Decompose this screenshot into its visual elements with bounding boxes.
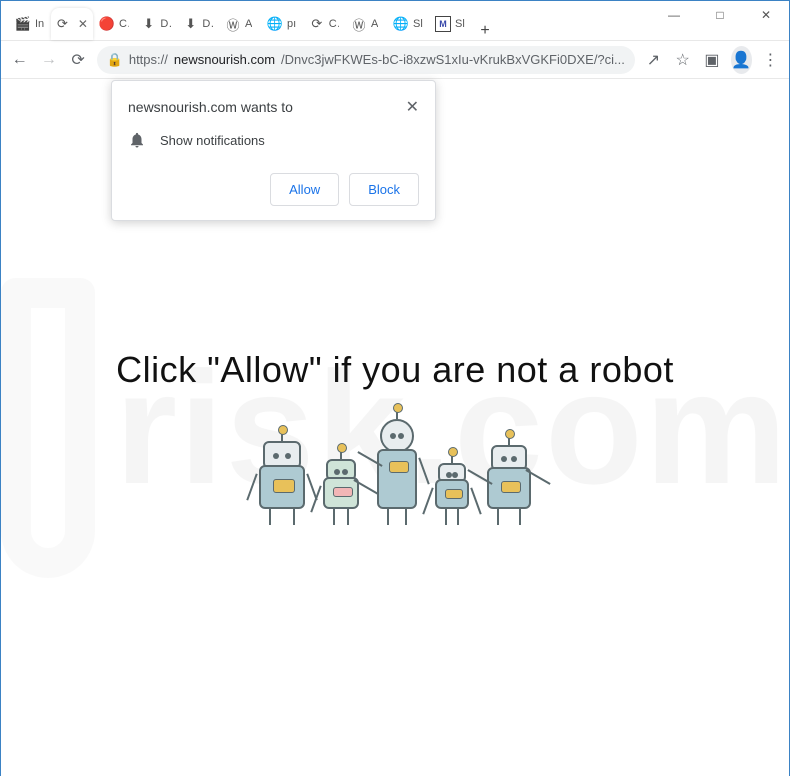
tab-6[interactable]: 🌐 pı bbox=[261, 8, 303, 40]
robot-icon bbox=[259, 441, 305, 509]
new-tab-button[interactable]: + bbox=[471, 22, 499, 40]
close-tab-icon[interactable]: ✕ bbox=[78, 17, 88, 31]
popup-title: newsnourish.com wants to bbox=[128, 99, 293, 115]
url-host: newsnourish.com bbox=[174, 52, 275, 67]
titlebar: 🎬In ⟳✕ 🔴Cl ⬇Dı ⬇Dı ⓌA 🌐pı ⟳Cl ⓌA 🌐Sl MSl… bbox=[1, 1, 789, 41]
globe-icon: 🌐 bbox=[267, 16, 283, 32]
menu-button[interactable]: ⋮ bbox=[760, 46, 781, 74]
headline: Click "Allow" if you are not a robot bbox=[1, 349, 789, 391]
page-content: risk.com newsnourish.com wants to ✕ Show… bbox=[1, 79, 789, 777]
robots-illustration bbox=[1, 419, 789, 509]
robot-icon bbox=[435, 463, 469, 509]
tab-label: A bbox=[245, 18, 252, 30]
panel-button[interactable]: ▣ bbox=[701, 46, 722, 74]
w-icon: Ⓦ bbox=[351, 16, 367, 32]
tab-label: pı bbox=[287, 18, 296, 30]
minimize-button[interactable]: — bbox=[651, 1, 697, 29]
back-button[interactable]: ← bbox=[9, 46, 30, 74]
robot-icon bbox=[323, 459, 359, 509]
url-path: /Dnvc3jwFKWEs-bC-i8xzwS1xIu-vKrukBxVGKFi… bbox=[281, 52, 625, 67]
tab-3[interactable]: ⬇ Dı bbox=[135, 8, 177, 40]
url-scheme: https:// bbox=[129, 52, 168, 67]
notification-permission-popup: newsnourish.com wants to ✕ Show notifica… bbox=[111, 80, 436, 221]
tab-label: Sl bbox=[455, 18, 465, 30]
popup-line: Show notifications bbox=[160, 133, 265, 148]
tab-label: Dı bbox=[160, 18, 171, 30]
reload-button[interactable]: ⟳ bbox=[67, 46, 88, 74]
spinner-icon: ⟳ bbox=[57, 16, 68, 32]
tab-0[interactable]: 🎬 In bbox=[9, 8, 51, 40]
profile-button[interactable]: 👤 bbox=[731, 46, 752, 74]
robot-icon bbox=[487, 445, 531, 509]
tab-5[interactable]: ⓌA bbox=[219, 8, 261, 40]
film-icon: 🎬 bbox=[15, 16, 31, 32]
tab-8[interactable]: ⓌA bbox=[345, 8, 387, 40]
w-icon: Ⓦ bbox=[225, 16, 241, 32]
globe-icon: 🌐 bbox=[393, 16, 409, 32]
allow-button[interactable]: Allow bbox=[270, 173, 339, 206]
tab-1-active[interactable]: ⟳✕ bbox=[51, 8, 93, 40]
toolbar: ← → ⟳ 🔒 https:// newsnourish.com/Dnvc3jwF… bbox=[1, 41, 789, 79]
address-bar[interactable]: 🔒 https:// newsnourish.com/Dnvc3jwFKWEs-b… bbox=[97, 46, 635, 74]
tab-label: A bbox=[371, 18, 378, 30]
forward-button[interactable]: → bbox=[38, 46, 59, 74]
bell-icon bbox=[128, 131, 146, 149]
spinner-icon: ⟳ bbox=[309, 16, 325, 32]
tab-7[interactable]: ⟳ Cl bbox=[303, 8, 345, 40]
block-button[interactable]: Block bbox=[349, 173, 419, 206]
robot-icon bbox=[377, 419, 417, 509]
tab-label: Dı bbox=[202, 18, 213, 30]
tab-label: Cl bbox=[329, 18, 339, 30]
close-icon[interactable]: ✕ bbox=[406, 97, 419, 117]
share-button[interactable]: ↗ bbox=[643, 46, 664, 74]
tab-label: Cl bbox=[119, 18, 129, 30]
lock-icon: 🔒 bbox=[107, 52, 123, 68]
tab-2[interactable]: 🔴 Cl bbox=[93, 8, 135, 40]
tab-9[interactable]: 🌐 Sl bbox=[387, 8, 429, 40]
bookmark-button[interactable]: ☆ bbox=[672, 46, 693, 74]
tab-4[interactable]: ⬇ Dı bbox=[177, 8, 219, 40]
tab-10[interactable]: M Sl bbox=[429, 8, 471, 40]
tab-label: In bbox=[35, 18, 44, 30]
download-icon: ⬇ bbox=[183, 16, 198, 32]
download-icon: ⬇ bbox=[141, 16, 156, 32]
close-window-button[interactable]: ✕ bbox=[743, 1, 789, 29]
window-controls: — □ ✕ bbox=[651, 1, 789, 29]
m-icon: M bbox=[435, 16, 451, 32]
record-icon: 🔴 bbox=[99, 16, 115, 32]
tab-label: Sl bbox=[413, 18, 423, 30]
maximize-button[interactable]: □ bbox=[697, 1, 743, 29]
